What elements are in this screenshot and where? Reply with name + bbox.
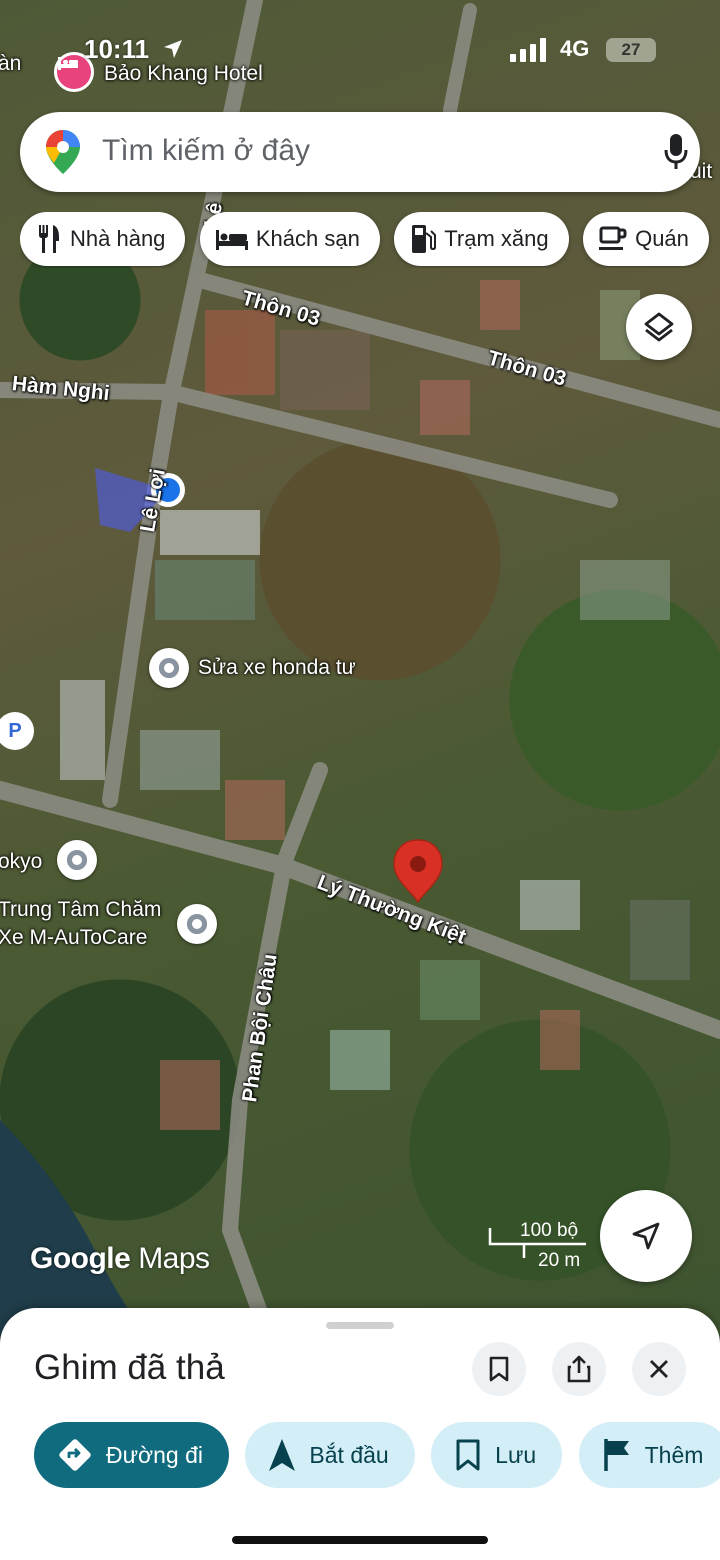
action-label: Thêm	[644, 1441, 704, 1468]
navigation-icon	[269, 1439, 296, 1471]
poi-label-sua-xe[interactable]: Sửa xe honda tư	[198, 656, 356, 680]
action-label: Lưu	[495, 1441, 537, 1468]
battery-level: 27	[621, 40, 641, 59]
chip-cafes[interactable]: Quán	[583, 212, 709, 266]
microphone-icon[interactable]	[664, 134, 688, 170]
map-scale: 100 bộ 20 m	[488, 1218, 588, 1274]
flag-icon	[603, 1439, 629, 1471]
directions-icon	[59, 1439, 91, 1471]
bookmark-icon	[489, 1356, 509, 1382]
poi-label-autocare-2[interactable]: Xe M-AuToCare	[0, 926, 147, 950]
poi-label-autocare-1[interactable]: Trung Tâm Chăm	[0, 898, 161, 922]
chip-restaurants[interactable]: Nhà hàng	[20, 212, 186, 266]
logo-google: Google	[30, 1242, 131, 1275]
google-maps-logo: Google Maps	[30, 1242, 210, 1276]
parking-label: P	[8, 719, 22, 742]
search-input[interactable]: Tìm kiếm ở đây	[102, 134, 310, 168]
more-button[interactable]: Thêm	[578, 1422, 720, 1488]
bookmark-icon	[456, 1439, 480, 1471]
category-chips: Nhà hàng Khách sạn Trạm xăng Quán	[20, 212, 720, 268]
status-time: 10:11	[84, 34, 150, 64]
close-icon	[650, 1360, 668, 1378]
chip-label: Khách sạn	[255, 226, 360, 251]
logo-maps: Maps	[138, 1242, 210, 1275]
layers-icon	[644, 312, 674, 342]
status-bar: 10:11 4G 27	[0, 30, 720, 70]
map-view[interactable]: Bảo Khang Hotel àn uit Thôn 03 Thôn 03 H…	[0, 0, 720, 1340]
poi-marker-icon[interactable]	[177, 904, 217, 944]
chip-label: Trạm xăng	[444, 226, 549, 251]
battery-icon: 27	[606, 38, 656, 62]
chip-gas-stations[interactable]: Trạm xăng	[394, 212, 569, 266]
my-location-button[interactable]	[600, 1190, 692, 1282]
poi-marker-icon[interactable]	[149, 648, 189, 688]
signal-icon	[510, 38, 546, 62]
sheet-title: Ghim đã thả	[34, 1348, 225, 1387]
sheet-drag-handle[interactable]	[326, 1322, 394, 1329]
location-arrow-icon	[164, 40, 182, 58]
chip-label: Nhà hàng	[70, 226, 166, 251]
chip-hotels[interactable]: Khách sạn	[199, 212, 380, 266]
scale-meters: 20 m	[538, 1250, 581, 1271]
chip-label: Quán	[635, 226, 689, 251]
save-action-button[interactable]: Lưu	[431, 1422, 563, 1488]
action-label: Bắt đầu	[309, 1441, 389, 1468]
close-button[interactable]	[632, 1342, 686, 1396]
start-button[interactable]: Bắt đầu	[245, 1422, 415, 1488]
poi-marker-icon[interactable]	[57, 840, 97, 880]
maps-pin-logo-icon	[46, 130, 80, 174]
gas-station-icon	[412, 225, 437, 253]
cafe-icon	[599, 226, 627, 250]
share-button[interactable]	[552, 1342, 606, 1396]
search-bar[interactable]: Tìm kiếm ở đây	[20, 112, 700, 192]
save-button[interactable]	[472, 1342, 526, 1396]
place-sheet: Ghim đã thả Đường đi Bắt đầu Lưu Thêm	[0, 1308, 720, 1560]
poi-label-tokyo[interactable]: okyo	[0, 850, 42, 874]
directions-button[interactable]: Đường đi	[34, 1422, 229, 1488]
home-indicator[interactable]	[232, 1536, 488, 1544]
map-roads	[0, 0, 720, 1340]
action-label: Đường đi	[106, 1441, 203, 1468]
network-type: 4G	[560, 36, 590, 61]
dropped-pin-icon	[393, 839, 443, 904]
navigation-arrow-icon	[632, 1222, 660, 1250]
layers-button[interactable]	[626, 294, 692, 360]
action-buttons: Đường đi Bắt đầu Lưu Thêm	[34, 1422, 720, 1490]
restaurant-icon	[39, 225, 59, 253]
hotel-icon	[215, 230, 248, 250]
share-icon	[567, 1355, 591, 1383]
